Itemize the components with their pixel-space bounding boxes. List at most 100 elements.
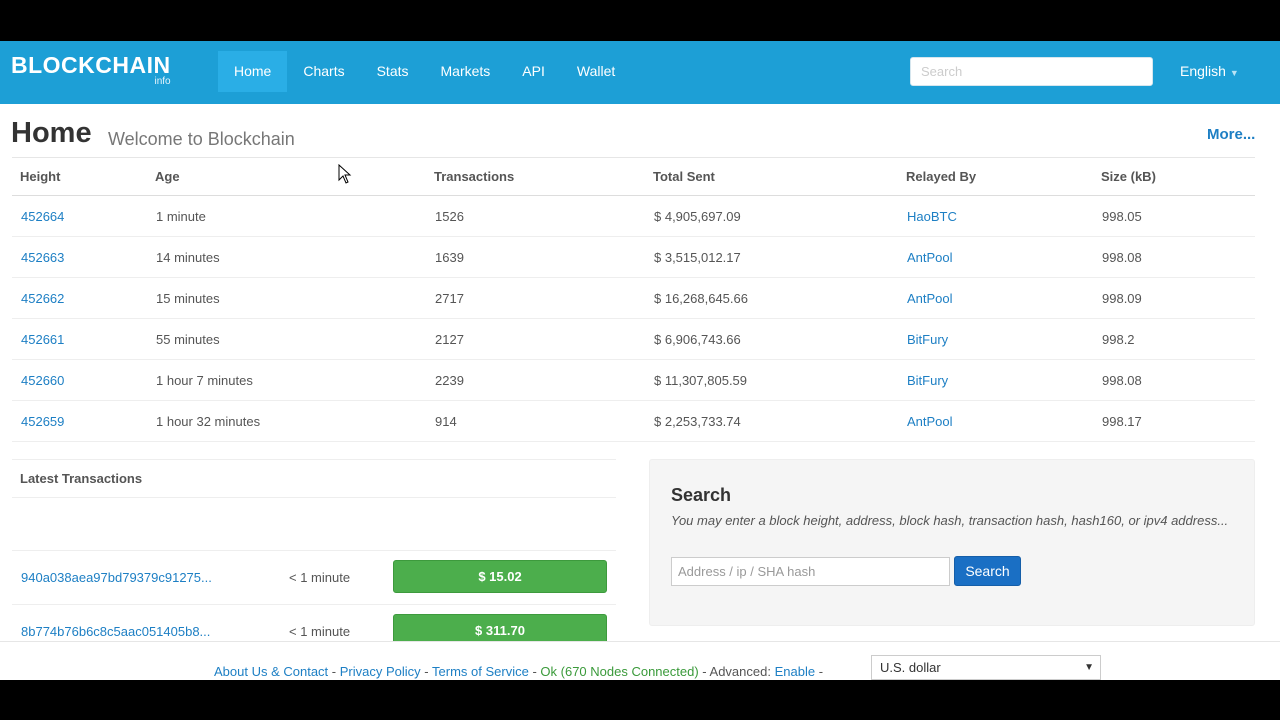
- currency-value: U.S. dollar: [880, 660, 941, 675]
- column-header: Total Sent: [645, 157, 898, 196]
- brand-logo[interactable]: BLOCKCHAIN info: [11, 52, 171, 87]
- nav-stats[interactable]: Stats: [361, 51, 425, 92]
- block-total-sent: $ 4,905,697.09: [645, 195, 898, 237]
- column-header: Relayed By: [898, 157, 1093, 196]
- block-age: 1 hour 32 minutes: [147, 400, 426, 442]
- block-total-sent: $ 11,307,805.59: [645, 359, 898, 401]
- block-relayed-by-link[interactable]: AntPool: [898, 277, 1093, 319]
- block-size: 998.05: [1093, 195, 1255, 237]
- brand-name: BLOCKCHAIN: [11, 52, 171, 78]
- table-row: 452659 1 hour 32 minutes 914 $ 2,253,733…: [12, 400, 1255, 442]
- search-panel: Search You may enter a block height, add…: [649, 459, 1255, 626]
- footer: About Us & Contact - Privacy Policy - Te…: [0, 641, 1280, 680]
- block-relayed-by-link[interactable]: AntPool: [898, 400, 1093, 442]
- table-row: 452660 1 hour 7 minutes 2239 $ 11,307,80…: [12, 359, 1255, 401]
- block-transactions: 2127: [426, 318, 645, 360]
- block-total-sent: $ 3,515,012.17: [645, 236, 898, 278]
- search-title: Search: [671, 485, 732, 505]
- table-row: 452664 1 minute 1526 $ 4,905,697.09 HaoB…: [12, 195, 1255, 237]
- footer-about-link[interactable]: About Us & Contact: [214, 664, 328, 679]
- column-header: Height: [12, 157, 147, 196]
- caret-down-icon: ▼: [1229, 68, 1239, 78]
- block-height-link[interactable]: 452662: [12, 277, 147, 319]
- cursor-arrow-icon: [338, 164, 352, 184]
- block-height-link[interactable]: 452661: [12, 318, 147, 360]
- tx-amount-button[interactable]: $ 15.02: [393, 560, 607, 593]
- footer-status: Ok (670 Nodes Connected): [540, 664, 699, 679]
- footer-advanced-label: Advanced:: [709, 664, 771, 679]
- block-transactions: 1639: [426, 236, 645, 278]
- block-size: 998.2: [1093, 318, 1255, 360]
- tx-age: < 1 minute: [289, 570, 351, 585]
- block-total-sent: $ 6,906,743.66: [645, 318, 898, 360]
- footer-separator: -: [331, 664, 340, 679]
- list-item: 940a038aea97bd79379c91275... < 1 minute …: [12, 551, 616, 605]
- search-help-text: You may enter a block height, address, b…: [671, 513, 1229, 528]
- tx-age: < 1 minute: [289, 624, 351, 639]
- navbar: BLOCKCHAIN info Home Charts Stats Market…: [0, 41, 1280, 104]
- block-size: 998.09: [1093, 277, 1255, 319]
- blocks-table: Height Age Transactions Total Sent Relay…: [12, 157, 1255, 442]
- footer-privacy-link[interactable]: Privacy Policy: [340, 664, 421, 679]
- block-size: 998.08: [1093, 359, 1255, 401]
- latest-transactions-title: Latest Transactions: [12, 459, 616, 498]
- select-arrow-icon: ▼: [1084, 662, 1094, 673]
- footer-separator: -: [818, 664, 824, 679]
- table-row: 452662 15 minutes 2717 $ 16,268,645.66 A…: [12, 277, 1255, 319]
- tx-hash-link[interactable]: 940a038aea97bd79379c91275...: [21, 570, 212, 585]
- search-input[interactable]: [671, 557, 950, 586]
- nav-markets[interactable]: Markets: [425, 51, 507, 92]
- tx-hash-link[interactable]: 8b774b76b6c8c5aac051405b8...: [21, 624, 210, 639]
- latest-transactions-blank-row: [12, 498, 616, 551]
- page: BLOCKCHAIN info Home Charts Stats Market…: [0, 41, 1280, 680]
- more-link[interactable]: More...: [1207, 126, 1255, 143]
- block-relayed-by-link[interactable]: AntPool: [898, 236, 1093, 278]
- block-transactions: 2239: [426, 359, 645, 401]
- block-transactions: 1526: [426, 195, 645, 237]
- block-transactions: 2717: [426, 277, 645, 319]
- nav-wallet[interactable]: Wallet: [561, 51, 631, 92]
- nav-charts[interactable]: Charts: [287, 51, 360, 92]
- footer-links: About Us & Contact - Privacy Policy - Te…: [214, 664, 823, 679]
- block-transactions: 914: [426, 400, 645, 442]
- footer-terms-link[interactable]: Terms of Service: [432, 664, 529, 679]
- block-age: 14 minutes: [147, 236, 426, 278]
- table-row: 452661 55 minutes 2127 $ 6,906,743.66 Bi…: [12, 318, 1255, 360]
- block-relayed-by-link[interactable]: BitFury: [898, 359, 1093, 401]
- block-age: 1 minute: [147, 195, 426, 237]
- latest-transactions-panel: Latest Transactions 940a038aea97bd79379c…: [12, 459, 616, 659]
- column-header: Transactions: [426, 157, 645, 196]
- currency-select[interactable]: U.S. dollar ▼: [871, 655, 1101, 680]
- block-age: 15 minutes: [147, 277, 426, 319]
- brand-sub: info: [154, 76, 171, 87]
- table-row: 452663 14 minutes 1639 $ 3,515,012.17 An…: [12, 236, 1255, 278]
- letterbox-top: [0, 0, 1280, 41]
- column-header: Size (kB): [1093, 157, 1255, 196]
- language-dropdown[interactable]: English ▼: [1180, 63, 1239, 79]
- footer-separator: -: [702, 664, 710, 679]
- block-total-sent: $ 16,268,645.66: [645, 277, 898, 319]
- block-size: 998.08: [1093, 236, 1255, 278]
- block-age: 55 minutes: [147, 318, 426, 360]
- block-total-sent: $ 2,253,733.74: [645, 400, 898, 442]
- block-height-link[interactable]: 452663: [12, 236, 147, 278]
- block-size: 998.17: [1093, 400, 1255, 442]
- block-height-link[interactable]: 452659: [12, 400, 147, 442]
- block-height-link[interactable]: 452660: [12, 359, 147, 401]
- main-nav: Home Charts Stats Markets API Wallet: [218, 51, 631, 92]
- block-age: 1 hour 7 minutes: [147, 359, 426, 401]
- block-relayed-by-link[interactable]: HaoBTC: [898, 195, 1093, 237]
- language-label: English: [1180, 63, 1226, 79]
- footer-enable-link[interactable]: Enable: [775, 664, 815, 679]
- search-button[interactable]: Search: [954, 556, 1021, 586]
- column-header: Age: [147, 157, 426, 196]
- nav-search-input[interactable]: [910, 57, 1153, 86]
- page-subtitle: Welcome to Blockchain: [108, 129, 295, 149]
- block-relayed-by-link[interactable]: BitFury: [898, 318, 1093, 360]
- page-title: Home: [11, 117, 92, 149]
- block-height-link[interactable]: 452664: [12, 195, 147, 237]
- nav-home[interactable]: Home: [218, 51, 288, 92]
- nav-api[interactable]: API: [506, 51, 561, 92]
- letterbox-bottom: [0, 680, 1280, 720]
- blocks-header-row: Height Age Transactions Total Sent Relay…: [12, 157, 1255, 196]
